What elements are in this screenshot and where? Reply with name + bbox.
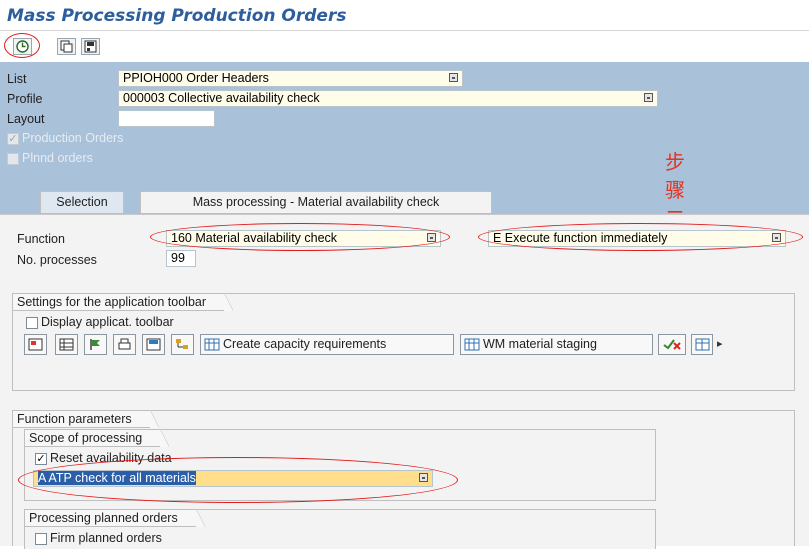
execute-button[interactable] [13, 38, 32, 55]
check-delete-icon [663, 339, 681, 350]
toolbar-button[interactable] [142, 334, 165, 355]
scroll-right-icon[interactable]: ▸ [717, 337, 723, 350]
processes-label: No. processes [17, 253, 97, 267]
dropdown-icon[interactable] [427, 233, 436, 242]
reset-availability-checkbox[interactable]: ✓ [35, 453, 47, 465]
main-content: Function 160 Material availability check… [0, 214, 809, 549]
toolbar-button[interactable] [691, 334, 713, 355]
scope-of-processing-group: Scope of processing ✓ Reset availability… [24, 429, 656, 501]
dropdown-icon[interactable] [644, 93, 653, 102]
group-title: Scope of processing [24, 429, 170, 447]
execute-icon [16, 40, 29, 53]
table-icon [59, 338, 74, 351]
profile-label: Profile [7, 92, 43, 106]
flag-icon [90, 339, 100, 350]
app-toolbar-buttons: Create capacity requirements WM material… [24, 334, 794, 356]
group-title: Processing planned orders [24, 509, 205, 527]
app-toolbar-settings-group: Settings for the application toolbar Dis… [12, 293, 795, 391]
toolbar-button[interactable] [113, 334, 136, 355]
save-variant-button[interactable] [81, 38, 100, 55]
function-field[interactable]: 160 Material availability check [166, 230, 441, 247]
function-parameters-group: Function parameters Scope of processing … [12, 410, 795, 549]
tab-selection[interactable]: Selection [40, 191, 124, 213]
copy-button[interactable] [57, 38, 76, 55]
toolbar-button[interactable] [24, 334, 47, 355]
processes-field[interactable]: 99 [166, 250, 196, 267]
reset-availability-label: Reset availability data [50, 451, 172, 465]
production-orders-label: Production Orders [22, 131, 124, 145]
atp-check-field[interactable]: A ATP check for all materials [33, 470, 433, 487]
application-toolbar [0, 30, 809, 63]
tab-mass-processing[interactable]: Mass processing - Material availability … [140, 191, 492, 213]
profile-field[interactable]: 000003 Collective availability check [118, 90, 658, 107]
group-title: Settings for the application toolbar [12, 293, 234, 311]
wm-staging-button[interactable]: WM material staging [460, 334, 653, 355]
dropdown-icon[interactable] [772, 233, 781, 242]
group-title: Function parameters [12, 410, 159, 428]
copy-icon [60, 40, 73, 53]
layout-field[interactable] [118, 110, 215, 127]
plnnd-orders-label: Plnnd orders [22, 151, 93, 165]
plnnd-orders-checkbox[interactable] [7, 153, 19, 165]
function-label: Function [17, 232, 65, 246]
toolbar-button[interactable] [55, 334, 78, 355]
create-capacity-button[interactable]: Create capacity requirements [200, 334, 454, 355]
execution-mode-field[interactable]: E Execute function immediately [488, 230, 786, 247]
save-icon [146, 338, 161, 351]
firm-planned-orders-checkbox[interactable] [35, 533, 47, 545]
processing-planned-orders-group: Processing planned orders Firm planned o… [24, 509, 656, 549]
list-label: List [7, 72, 27, 86]
dropdown-icon[interactable] [419, 473, 428, 482]
list-field[interactable]: PPIOH000 Order Headers [118, 70, 463, 87]
grid-icon [695, 338, 710, 351]
toolbar-button[interactable] [658, 334, 686, 355]
capacity-icon [204, 338, 220, 351]
window-title: Mass Processing Production Orders [7, 6, 347, 26]
display-toolbar-label: Display applicat. toolbar [41, 315, 174, 329]
firm-planned-orders-label: Firm planned orders [50, 531, 162, 545]
display-toolbar-checkbox[interactable] [26, 317, 38, 329]
layout-label: Layout [7, 112, 45, 126]
hierarchy-icon [176, 339, 188, 349]
print-icon [118, 338, 131, 350]
toolbar-button[interactable] [171, 334, 194, 355]
toolbar-button[interactable] [84, 334, 107, 355]
save-variant-icon [84, 40, 97, 53]
staging-icon [464, 338, 480, 351]
dropdown-icon[interactable] [449, 73, 458, 82]
details-icon [28, 338, 43, 351]
production-orders-checkbox[interactable]: ✓ [7, 133, 19, 145]
title-bar: Mass Processing Production Orders [0, 0, 809, 30]
